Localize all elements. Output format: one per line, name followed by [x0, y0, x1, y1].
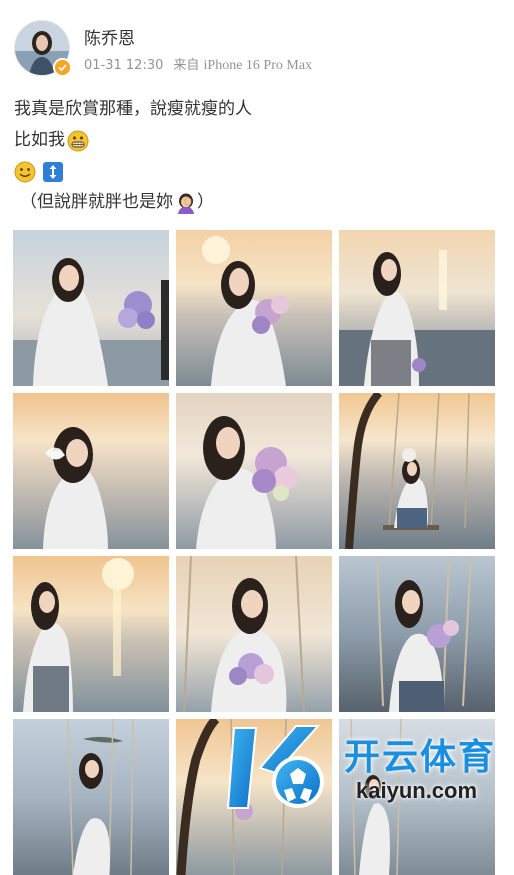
source-prefix: 来自 [173, 58, 200, 73]
kaiyun-logo-icon [226, 718, 336, 818]
timestamp[interactable]: 01-31 12:30 [84, 58, 163, 73]
photo-10[interactable] [13, 719, 169, 875]
watermark-title: 开云体育 [344, 737, 497, 778]
up-down-arrow-emoji-icon [42, 161, 64, 183]
post-header: 陈乔恩 01-31 12:30 来自 iPhone 16 Pro Max [14, 16, 500, 77]
text-line-1: 我真是欣賞那種，說瘦就瘦的人 [14, 99, 252, 119]
text-line-2-label: 比如我 [14, 130, 65, 150]
watermark: 开云体育 kaiyun.com [226, 718, 506, 818]
facepalm-woman-emoji-icon [175, 192, 197, 214]
photo-5[interactable] [176, 393, 332, 549]
user-name[interactable]: 陈乔恩 [84, 24, 135, 49]
device-name[interactable]: iPhone 16 Pro Max [204, 58, 313, 73]
grinning-teeth-emoji-icon [67, 130, 89, 152]
text-line-4-end: ） [197, 192, 214, 212]
watermark-url: kaiyun.com [356, 778, 478, 803]
smiley-emoji-icon [14, 161, 36, 183]
post-meta: 01-31 12:30 来自 iPhone 16 Pro Max [84, 54, 312, 74]
text-line-4-label: （但說胖就胖也是妳 [20, 192, 173, 212]
photo-7[interactable] [13, 556, 169, 712]
text-line-4: （但說胖就胖也是妳 ） [14, 187, 494, 218]
photo-3[interactable] [339, 230, 495, 386]
verified-badge-icon [53, 58, 72, 77]
text-line-3 [14, 156, 494, 187]
photo-9[interactable] [339, 556, 495, 712]
photo-6[interactable] [339, 393, 495, 549]
photo-2[interactable] [176, 230, 332, 386]
photo-8[interactable] [176, 556, 332, 712]
photo-4[interactable] [13, 393, 169, 549]
post-text: 我真是欣賞那種，說瘦就瘦的人 比如我 （但說胖就胖也是妳 ） [14, 94, 494, 218]
photo-1[interactable] [13, 230, 169, 386]
text-line-2: 比如我 [14, 125, 494, 156]
